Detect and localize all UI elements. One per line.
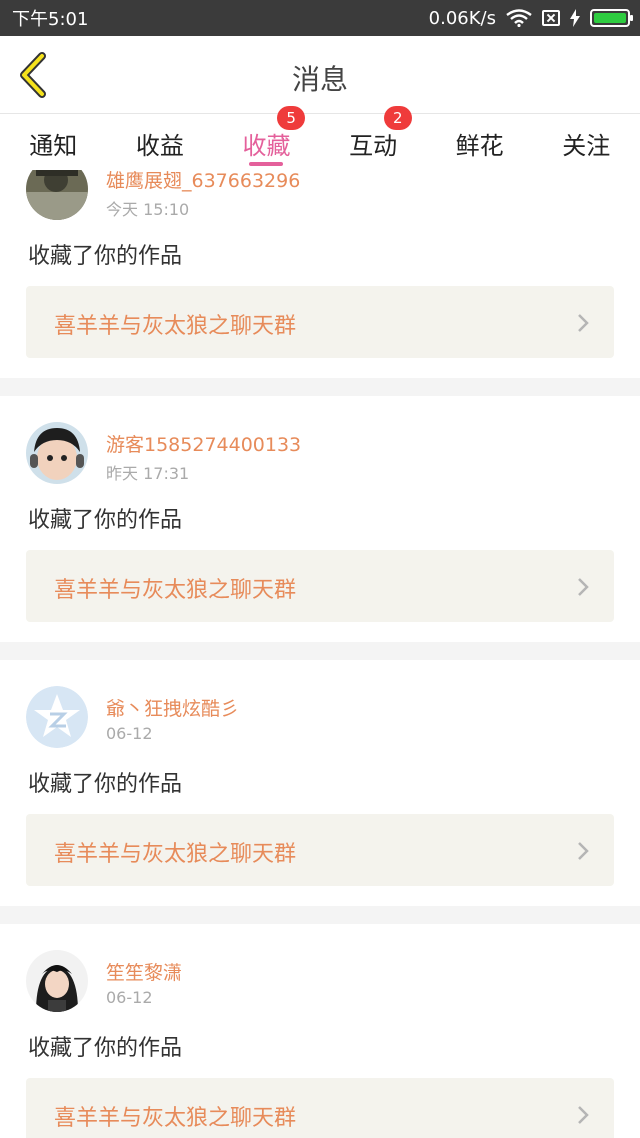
- tab-favorites[interactable]: 收藏 5: [213, 106, 320, 170]
- network-speed: 0.06K/s: [428, 7, 496, 29]
- photo-avatar[interactable]: [26, 170, 88, 220]
- status-time: 下午5:01: [12, 9, 89, 30]
- work-title: 喜羊羊与灰太狼之聊天群: [54, 842, 297, 867]
- tab-notifications[interactable]: 通知: [0, 114, 107, 170]
- work-link[interactable]: 喜羊羊与灰太狼之聊天群: [26, 814, 614, 886]
- status-bar: 下午5:01 0.06K/s: [0, 0, 640, 36]
- chevron-right-icon: [578, 314, 589, 332]
- tab-label: 收益: [135, 132, 184, 160]
- list-item: 爺丶狂拽炫酷彡 06-12 收藏了你的作品 喜羊羊与灰太狼之聊天群: [0, 660, 640, 906]
- list-item: 笙笙黎潇 06-12 收藏了你的作品 喜羊羊与灰太狼之聊天群: [0, 924, 640, 1138]
- girl-avatar[interactable]: [26, 950, 88, 1012]
- username[interactable]: 游客1585274400133: [106, 430, 301, 457]
- unread-badge: 2: [383, 106, 412, 130]
- work-title: 喜羊羊与灰太狼之聊天群: [54, 1106, 297, 1131]
- wifi-icon: [506, 9, 532, 27]
- default-star-avatar[interactable]: [26, 686, 88, 748]
- unread-badge: 5: [277, 106, 306, 130]
- timestamp: 今天 15:10: [106, 200, 190, 219]
- tab-following[interactable]: 关注: [533, 114, 640, 170]
- tab-label: 收藏: [242, 132, 291, 160]
- timestamp: 昨天 17:31: [106, 464, 190, 483]
- work-title: 喜羊羊与灰太狼之聊天群: [54, 578, 297, 603]
- active-tab-indicator: [249, 162, 284, 166]
- tab-bar: 通知 收益 收藏 5 互动 2 鲜花 关注: [0, 106, 640, 170]
- username[interactable]: 雄鹰展翅_637663296: [106, 170, 300, 193]
- action-text: 收藏了你的作品: [28, 1036, 183, 1061]
- tab-label: 关注: [562, 132, 611, 160]
- list-item: 游客1585274400133 昨天 17:31 收藏了你的作品 喜羊羊与灰太狼…: [0, 396, 640, 642]
- header: 消息: [0, 36, 640, 114]
- chevron-right-icon: [578, 842, 589, 860]
- work-link[interactable]: 喜羊羊与灰太狼之聊天群: [26, 550, 614, 622]
- child-avatar[interactable]: [26, 422, 88, 484]
- tab-flowers[interactable]: 鲜花: [426, 114, 533, 170]
- list-item: 雄鹰展翅_637663296 今天 15:10 收藏了你的作品 喜羊羊与灰太狼之…: [0, 170, 640, 378]
- action-text: 收藏了你的作品: [28, 508, 183, 533]
- tab-label: 通知: [29, 132, 78, 160]
- action-text: 收藏了你的作品: [28, 772, 183, 797]
- tab-interactions[interactable]: 互动 2: [320, 106, 427, 170]
- message-feed[interactable]: 雄鹰展翅_637663296 今天 15:10 收藏了你的作品 喜羊羊与灰太狼之…: [0, 170, 640, 1138]
- action-text: 收藏了你的作品: [28, 244, 183, 269]
- work-link[interactable]: 喜羊羊与灰太狼之聊天群: [26, 286, 614, 358]
- tab-label: 鲜花: [455, 132, 504, 160]
- chevron-right-icon: [578, 578, 589, 596]
- page-title: 消息: [291, 63, 348, 96]
- sim-icon: [542, 10, 560, 26]
- work-link[interactable]: 喜羊羊与灰太狼之聊天群: [26, 1078, 614, 1138]
- work-title: 喜羊羊与灰太狼之聊天群: [54, 314, 297, 339]
- username[interactable]: 笙笙黎潇: [106, 958, 182, 985]
- chevron-right-icon: [578, 1106, 589, 1124]
- bolt-icon: [570, 9, 580, 27]
- tab-earnings[interactable]: 收益: [107, 114, 214, 170]
- tab-label: 互动: [349, 132, 398, 160]
- timestamp: 06-12: [106, 724, 153, 743]
- battery-icon: [590, 9, 633, 27]
- username[interactable]: 爺丶狂拽炫酷彡: [106, 694, 239, 721]
- timestamp: 06-12: [106, 988, 153, 1007]
